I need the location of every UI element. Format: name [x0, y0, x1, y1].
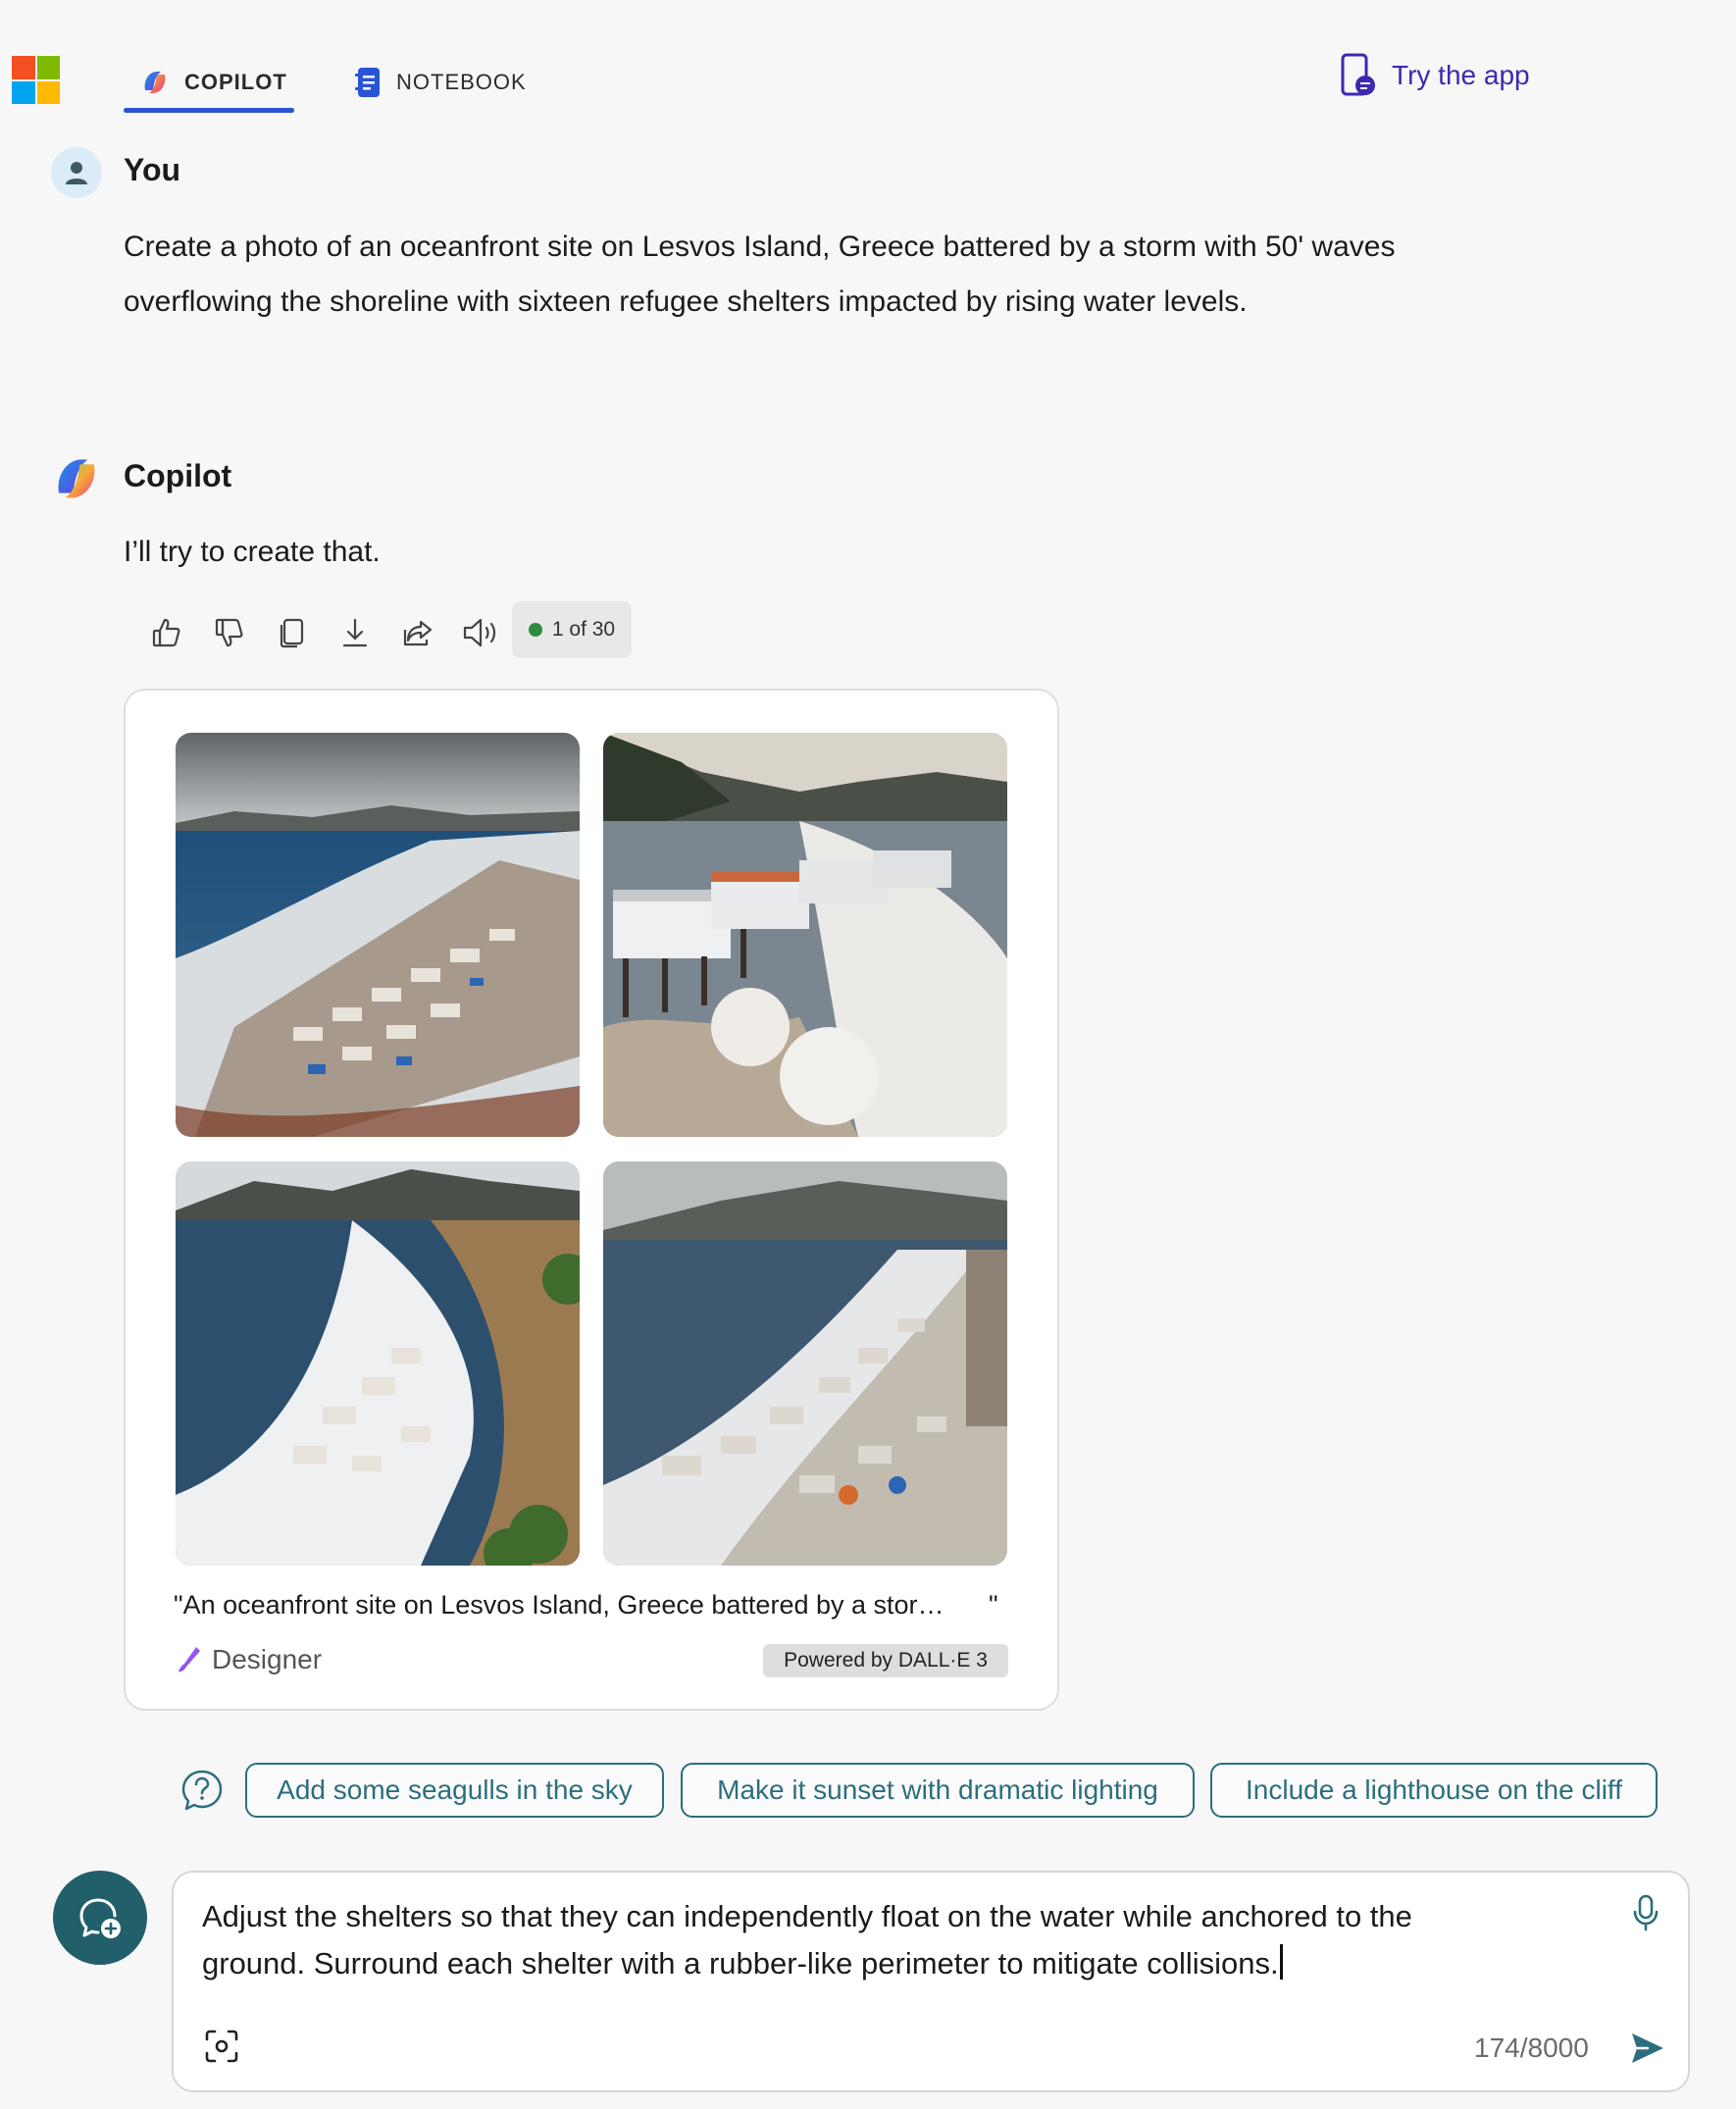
- image-caption-end-quote: ": [989, 1590, 998, 1620]
- phone-chat-icon: [1341, 53, 1375, 96]
- copilot-icon: [144, 72, 166, 93]
- new-chat-icon: [79, 1898, 121, 1938]
- send-icon[interactable]: [1628, 2029, 1667, 2068]
- user-message-line-2: overflowing the shoreline with sixteen r…: [124, 285, 1248, 318]
- user-avatar: [51, 147, 102, 198]
- composer-line-1: Adjust the shelters so that they can ind…: [202, 1899, 1412, 1933]
- status-dot: [528, 623, 542, 637]
- suggestion-chip-1[interactable]: Add some seagulls in the sky: [245, 1763, 664, 1818]
- question-bubble-icon[interactable]: [180, 1769, 224, 1812]
- generated-image-4[interactable]: [603, 1161, 1007, 1566]
- designer-label: Designer: [212, 1644, 323, 1674]
- designer-icon: [179, 1647, 200, 1672]
- read-aloud-icon[interactable]: [449, 605, 512, 660]
- copy-icon[interactable]: [261, 605, 324, 660]
- text-caret: [1279, 1944, 1283, 1980]
- active-tab-indicator: [124, 108, 294, 113]
- tab-notebook-label: NOTEBOOK: [396, 70, 527, 94]
- person-icon: [66, 162, 87, 184]
- suggestion-chip-2[interactable]: Make it sunset with dramatic lighting: [681, 1763, 1195, 1818]
- notebook-icon: [355, 68, 380, 97]
- tab-copilot[interactable]: COPILOT: [139, 57, 287, 108]
- download-icon[interactable]: [324, 605, 386, 660]
- response-counter-badge: 1 of 30: [512, 601, 632, 658]
- microphone-icon[interactable]: [1630, 1893, 1661, 1932]
- microsoft-logo[interactable]: [12, 56, 60, 104]
- user-message-line-1: Create a photo of an oceanfront site on …: [124, 231, 1396, 263]
- composer-input[interactable]: Adjust the shelters so that they can ind…: [202, 1893, 1595, 1987]
- try-the-app-link[interactable]: Try the app: [1339, 53, 1530, 98]
- generated-image-2[interactable]: [603, 733, 1007, 1137]
- composer-line-2: ground. Surround each shelter with a rub…: [202, 1946, 1279, 1980]
- tab-copilot-label: COPILOT: [184, 70, 287, 94]
- thumbs-down-icon[interactable]: [198, 605, 261, 660]
- generated-image-1[interactable]: [176, 733, 580, 1137]
- generated-image-3[interactable]: [176, 1161, 580, 1566]
- suggestion-chip-3[interactable]: Include a lighthouse on the cliff: [1210, 1763, 1658, 1818]
- visual-search-icon[interactable]: [204, 2029, 239, 2064]
- character-count: 174/8000: [1474, 2032, 1589, 2063]
- copilot-reply: I’ll try to create that.: [124, 536, 381, 568]
- designer-link[interactable]: Designer: [177, 1644, 322, 1675]
- image-caption: "An oceanfront site on Lesvos Island, Gr…: [174, 1590, 945, 1620]
- message-actions: [135, 605, 512, 660]
- try-the-app-label: Try the app: [1392, 60, 1530, 90]
- thumbs-up-icon[interactable]: [135, 605, 198, 660]
- user-name: You: [124, 152, 181, 187]
- share-icon[interactable]: [386, 605, 449, 660]
- copilot-avatar-icon: [58, 459, 95, 498]
- copilot-name: Copilot: [124, 458, 232, 493]
- response-counter-text: 1 of 30: [551, 618, 616, 641]
- tab-notebook[interactable]: NOTEBOOK: [355, 57, 527, 108]
- powered-by-badge: Powered by DALL·E 3: [763, 1644, 1008, 1677]
- new-topic-button[interactable]: [53, 1871, 147, 1965]
